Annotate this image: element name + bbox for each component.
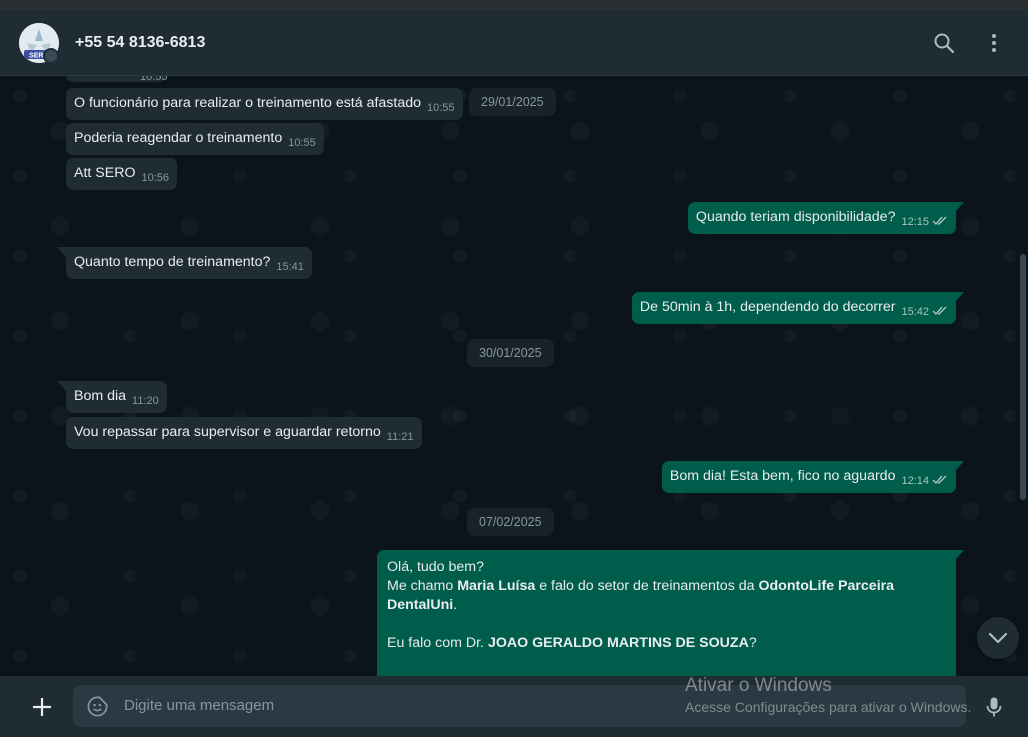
message-bubble-incoming[interactable]: Poderia reagendar o treinamento 10:55 (66, 123, 324, 155)
message-time: 10:55 (427, 102, 455, 114)
scroll-to-bottom-button[interactable] (977, 617, 1019, 659)
date-separator: 30/01/2025 (467, 339, 554, 367)
bubble-tail (955, 461, 964, 471)
chevron-down-icon (988, 632, 1008, 644)
date-separator: 29/01/2025 (469, 88, 556, 116)
message-bubble-outgoing[interactable]: De 50min à 1h, dependendo do decorrer 15:… (631, 292, 956, 324)
message-text: Bom dia (74, 388, 127, 404)
bubble-tail (955, 202, 964, 212)
message-text: O funcionário para realizar o treinament… (74, 95, 422, 111)
menu-icon[interactable] (982, 31, 1006, 55)
message-time: 11:21 (386, 431, 414, 443)
chat-header: SERO +55 54 8136-6813 (0, 10, 1028, 76)
message-bubble-outgoing[interactable]: Quando teriam disponibilidade? 12:15 (687, 202, 956, 234)
message-bubble-outgoing[interactable]: Bom dia! Esta bem, fico no aguardo 12:14 (661, 461, 956, 493)
message-text: Vou repassar para supervisor e aguardar … (74, 424, 381, 440)
message-bubble-incoming[interactable]: Vou repassar para supervisor e aguardar … (66, 417, 422, 449)
bubble-tail (955, 292, 964, 302)
message-time: 15:42 (901, 306, 929, 318)
message-time: 10:55 (140, 76, 168, 83)
message-time: 11:20 (132, 395, 159, 407)
message-input-placeholder: Digite uma mensagem (124, 697, 275, 714)
window-top-strip (0, 0, 1028, 10)
message-time: 15:41 (276, 261, 304, 273)
message-text: Poderia reagendar o treinamento (74, 130, 283, 146)
sender-name: Maria Luísa (457, 578, 536, 594)
bubble-tail (57, 247, 66, 257)
message-text: Quanto tempo de treinamento? (74, 254, 271, 270)
message-line: Olá, tudo bem? (387, 559, 485, 575)
message-text: Att SERO (74, 165, 136, 181)
recipient-name: JOAO GERALDO MARTINS DE SOUZA (487, 635, 749, 651)
sticker-icon[interactable] (86, 695, 109, 718)
message-line: Eu falo com Dr. JOAO GERALDO MARTINS DE … (387, 635, 757, 651)
message-bubble-incoming[interactable]: Att SERO 10:56 (66, 158, 178, 190)
message-time: 12:14 (901, 475, 929, 487)
organization-name: OdontoLife Parceira (758, 578, 895, 594)
message-list[interactable]: 10:55 29/01/2025 O funcionário para real… (0, 76, 1028, 676)
message-line: Me chamo Maria Luísa e falo do setor de … (387, 578, 895, 594)
message-bubble-incoming[interactable]: O funcionário para realizar o treinament… (66, 88, 463, 120)
message-time: 10:55 (288, 137, 316, 149)
scrollbar[interactable] (1020, 254, 1026, 500)
bubble-tail (57, 381, 66, 391)
message-bubble-incoming-cut[interactable]: 10:55 (66, 76, 168, 83)
message-time: 10:56 (141, 172, 170, 184)
double-check-icon (932, 216, 947, 225)
plus-icon[interactable] (30, 695, 54, 719)
message-text: Bom dia! Esta bem, fico no aguardo (669, 468, 896, 484)
double-check-icon (932, 306, 947, 315)
contact-name[interactable]: +55 54 8136-6813 (75, 34, 205, 52)
message-time: 12:15 (901, 216, 929, 228)
status-badge (43, 48, 59, 64)
date-separator: 07/02/2025 (467, 508, 554, 536)
windows-activation-title: Ativar o Windows (685, 675, 832, 696)
message-bubble-incoming[interactable]: Bom dia 11:20 (66, 381, 167, 413)
bubble-tail (955, 550, 964, 560)
message-text: De 50min à 1h, dependendo do decorrer (639, 299, 896, 315)
microphone-icon[interactable] (982, 695, 1006, 719)
message-line: DentalUni. (387, 597, 458, 613)
message-text: Quando teriam disponibilidade? (695, 209, 896, 225)
search-icon[interactable] (932, 31, 956, 55)
windows-activation-subtitle: Acesse Configurações para ativar o Windo… (685, 699, 972, 715)
message-bubble-incoming[interactable]: Quanto tempo de treinamento? 15:41 (66, 247, 312, 279)
double-check-icon (932, 475, 947, 484)
message-bubble-outgoing-long[interactable]: Olá, tudo bem? Me chamo Maria Luísa e fa… (377, 550, 956, 676)
